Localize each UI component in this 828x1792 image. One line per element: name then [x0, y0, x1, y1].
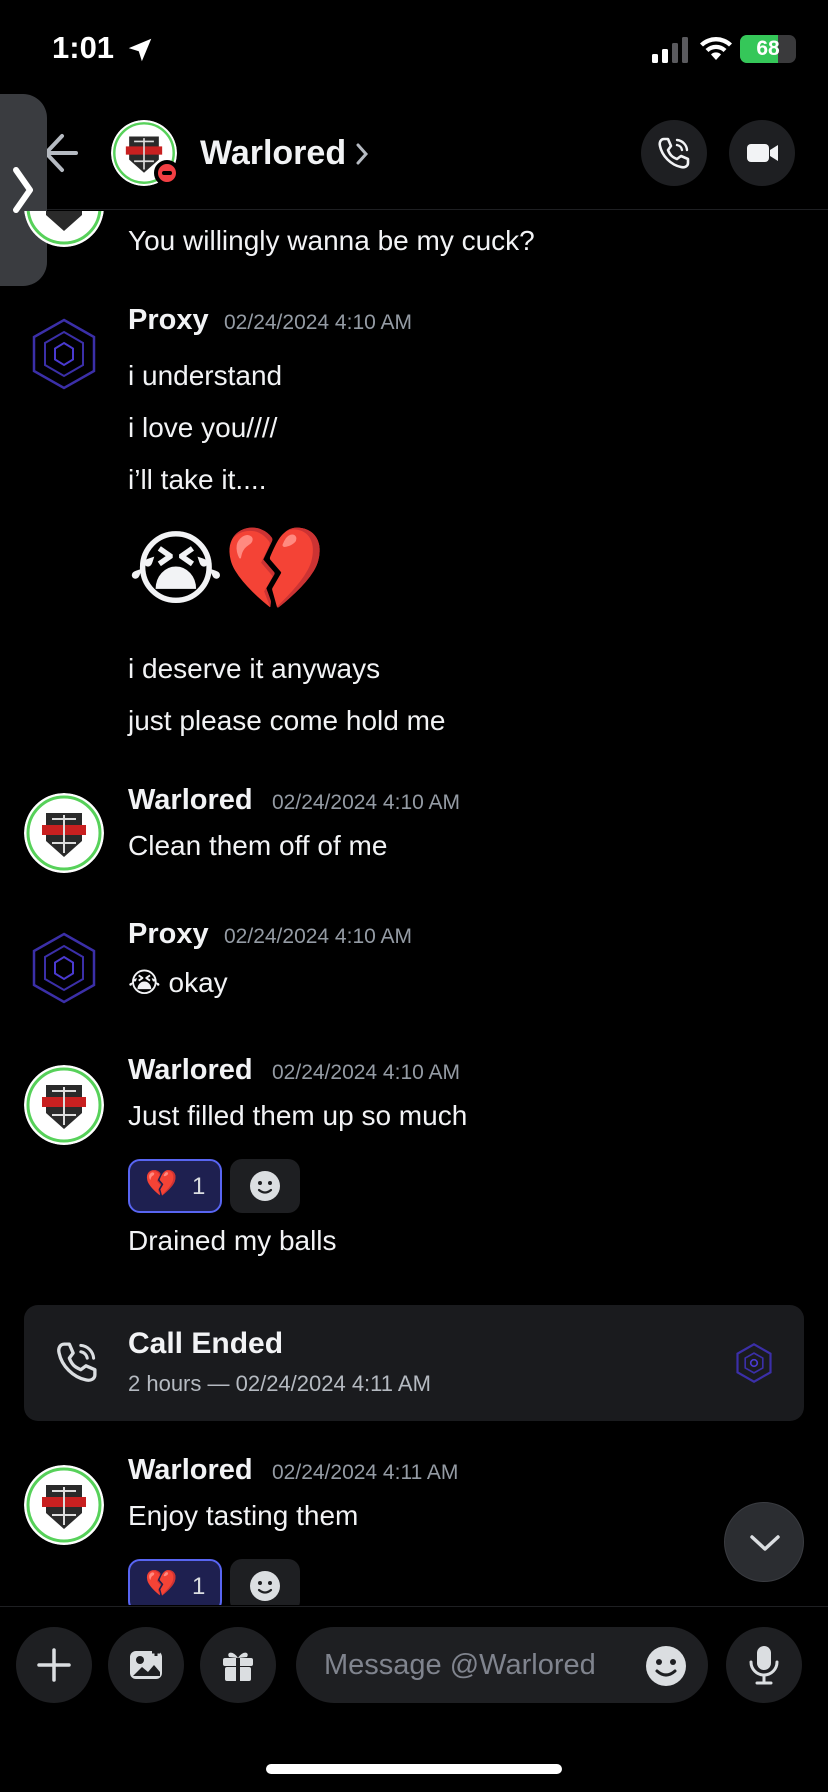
avatar[interactable]	[24, 314, 104, 394]
message-author[interactable]: Warlored	[128, 784, 253, 817]
message-text: Drained my balls	[128, 1225, 337, 1256]
message-text: i’ll take it....	[128, 464, 267, 495]
voice-call-icon	[658, 137, 690, 169]
message-text: i deserve it anyways	[128, 653, 381, 684]
add-reaction-button[interactable]	[230, 1559, 300, 1605]
chevron-right-icon[interactable]	[355, 142, 369, 166]
avatar[interactable]	[24, 211, 104, 247]
home-indicator[interactable]	[266, 1764, 562, 1774]
message-author[interactable]: Proxy	[128, 918, 209, 951]
plus-icon	[37, 1648, 71, 1682]
message-author[interactable]: Warlored	[128, 1454, 253, 1487]
gallery-button[interactable]	[108, 1627, 184, 1703]
voice-call-button[interactable]	[641, 120, 707, 186]
add-reaction-button[interactable]	[230, 1159, 300, 1213]
message-text: i understand	[128, 360, 283, 391]
message-author[interactable]: Warlored	[128, 1054, 253, 1087]
phone-icon	[57, 1342, 97, 1382]
message-text-content: okay	[168, 967, 228, 998]
message-emoji: 😭	[128, 966, 161, 999]
reaction-chip[interactable]: 💔 1	[128, 1159, 222, 1213]
battery-charging-icon: 68	[740, 35, 796, 63]
battery-percent: 68	[756, 37, 780, 60]
gift-button[interactable]	[200, 1627, 276, 1703]
message-text: Just filled them up so much	[128, 1100, 468, 1131]
cellular-signal-icon	[652, 37, 688, 63]
message-text: Clean them off of me	[128, 830, 388, 861]
message-text: 😭 okay	[128, 966, 228, 999]
video-call-button[interactable]	[729, 120, 795, 186]
message-timestamp: 02/24/2024 4:10 AM	[224, 925, 412, 948]
message-timestamp: 02/24/2024 4:10 AM	[272, 791, 460, 814]
reaction-chip[interactable]: 💔 1	[128, 1559, 222, 1605]
attach-plus-button[interactable]	[16, 1627, 92, 1703]
message-timestamp: 02/24/2024 4:10 AM	[272, 1061, 460, 1084]
chevron-down-icon	[750, 1535, 780, 1551]
message-author[interactable]: Proxy	[128, 304, 209, 337]
smiley-icon	[250, 1571, 280, 1601]
avatar[interactable]	[24, 1465, 104, 1545]
avatar[interactable]	[24, 793, 104, 873]
dm-header: Warlored	[0, 100, 828, 210]
avatar[interactable]	[24, 928, 104, 1008]
header-username[interactable]: Warlored	[200, 134, 346, 173]
voice-message-button[interactable]	[726, 1627, 802, 1703]
wifi-icon	[700, 37, 732, 60]
video-call-icon	[747, 144, 778, 162]
call-ended-card[interactable]: Call Ended 2 hours — 02/24/2024 4:11 AM	[24, 1305, 804, 1421]
avatar[interactable]	[24, 1065, 104, 1145]
message-text: just please come hold me	[128, 705, 446, 736]
gift-icon	[223, 1652, 253, 1681]
message-text: i love you////	[128, 412, 278, 443]
message-timestamp: 02/24/2024 4:11 AM	[272, 1461, 459, 1484]
microphone-icon	[749, 1646, 779, 1685]
status-time: 1:01	[52, 30, 115, 65]
location-arrow-icon	[128, 38, 152, 62]
reaction-emoji: 💔	[145, 1169, 178, 1199]
jumbo-emoji: 😭💔	[128, 522, 326, 617]
smiley-icon	[250, 1171, 280, 1201]
status-bar: 1:01 68	[0, 0, 828, 100]
message-text: You willingly wanna be my cuck?	[128, 225, 535, 256]
emoji-picker-icon[interactable]	[644, 1644, 688, 1688]
participant-avatar	[736, 1343, 772, 1383]
dnd-status-icon	[154, 160, 180, 186]
call-title: Call Ended	[128, 1327, 284, 1360]
jump-to-bottom-button[interactable]	[724, 1502, 804, 1582]
image-icon	[130, 1648, 162, 1679]
reaction-count: 1	[192, 1573, 206, 1600]
message-text: Enjoy tasting them	[128, 1500, 359, 1531]
chevron-right-icon	[13, 167, 33, 213]
message-timestamp: 02/24/2024 4:10 AM	[224, 311, 412, 334]
message-list[interactable]: You willingly wanna be my cuck? Proxy 02…	[0, 211, 828, 1605]
call-subtitle: 2 hours — 02/24/2024 4:11 AM	[128, 1371, 431, 1396]
reaction-count: 1	[192, 1173, 206, 1200]
reaction-emoji: 💔	[145, 1569, 178, 1599]
